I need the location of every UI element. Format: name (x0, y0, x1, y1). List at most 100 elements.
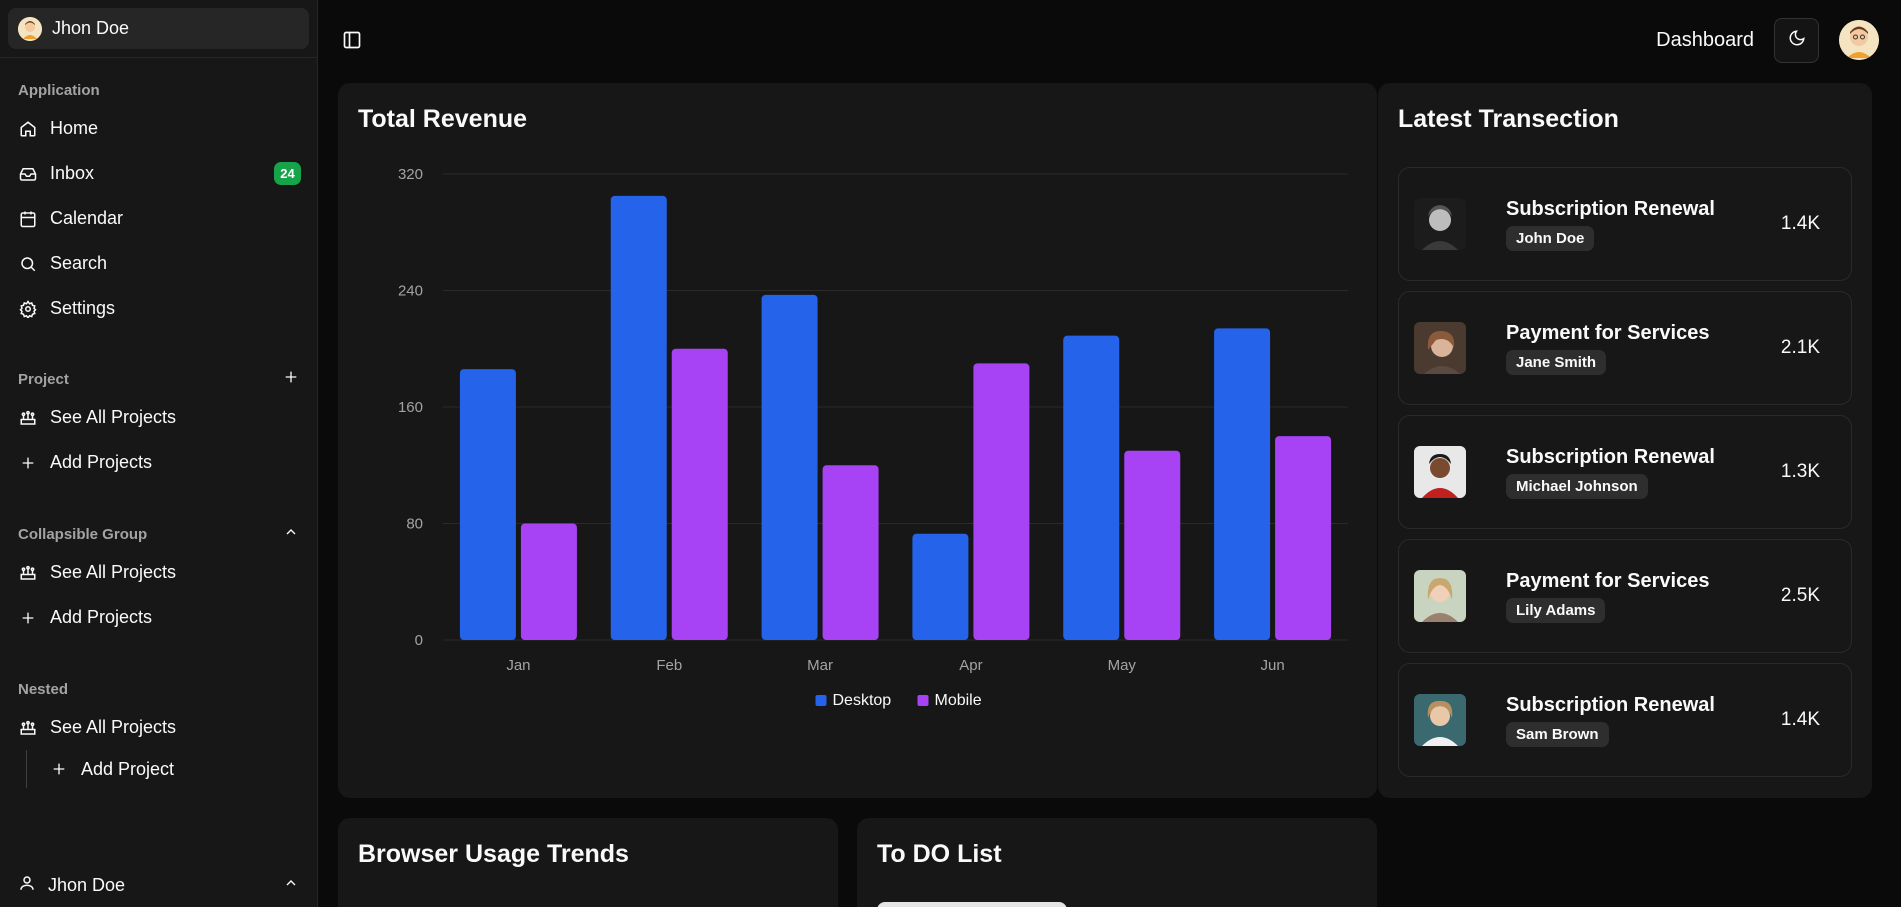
sidebar-item-label: Inbox (50, 163, 95, 183)
moon-icon (1788, 29, 1806, 52)
bar-mobile (1275, 436, 1332, 640)
group-label-nested: Nested (18, 680, 69, 698)
home-icon (18, 119, 38, 139)
footer-user-name: Jhon Doe (48, 874, 126, 895)
x-tick-label: Jun (1260, 657, 1284, 674)
x-tick-label: Apr (959, 657, 982, 674)
user-icon (18, 874, 36, 897)
main-content: Dashboard Total Revenue 0 80 160 240 320 Jan F… (318, 0, 1901, 907)
chevron-up-icon[interactable] (283, 524, 299, 544)
sidebar-toggle-icon[interactable] (340, 28, 364, 52)
bar-desktop (761, 294, 818, 640)
browser-usage-card: Browser Usage Trends (338, 818, 838, 907)
sidebar-item-label: Add Project (81, 758, 175, 779)
sidebar-item-add-projects[interactable]: Add Projects (0, 595, 317, 640)
group-label-application: Application (18, 81, 100, 99)
sidebar-footer-user[interactable]: Jhon Doe (0, 863, 317, 907)
list-item[interactable]: Subscription Renewal Michael Johnson 1.3… (1398, 415, 1852, 529)
plus-icon (49, 759, 69, 779)
transactions-list: Subscription Renewal John Doe 1.4K Payme… (1398, 167, 1852, 787)
todo-card: To DO List (857, 818, 1377, 907)
list-item[interactable]: Subscription Renewal Sam Brown 1.4K (1398, 663, 1852, 777)
transaction-title: Payment for Services (1506, 569, 1710, 592)
transaction-amount: 2.1K (1780, 337, 1820, 358)
avatar (1414, 694, 1466, 746)
avatar (1414, 198, 1466, 250)
y-tick-label: 160 (398, 399, 423, 416)
group-label-text: Project (18, 370, 69, 388)
y-tick-label: 80 (406, 516, 423, 533)
sidebar-item-label: Add Projects (50, 607, 153, 627)
transaction-title: Subscription Renewal (1506, 693, 1715, 716)
sidebar-user-menu[interactable]: Jhon Doe (8, 8, 309, 49)
avatar (1414, 322, 1466, 374)
revenue-bar-chart: 0 80 160 240 320 Jan Feb Mar Apr May Jun Desktop Mob… (398, 166, 1348, 709)
user-name: Jhon Doe (52, 18, 130, 38)
transaction-name-badge: Lily Adams (1506, 597, 1606, 623)
y-tick-label: 240 (398, 283, 423, 300)
gear-icon (18, 299, 38, 319)
x-tick-label: Jan (506, 657, 530, 674)
sidebar-item-label: See All Projects (50, 407, 177, 427)
sidebar-item-add-projects[interactable]: Add Projects (0, 440, 317, 485)
sidebar-item-label: Search (50, 253, 108, 273)
sidebar-item-search[interactable]: Search (0, 241, 317, 286)
bar-mobile (973, 363, 1030, 640)
bar-mobile (520, 523, 577, 640)
card-title: To DO List (877, 840, 1002, 868)
sidebar-item-home[interactable]: Home (0, 106, 317, 151)
avatar[interactable] (1839, 20, 1879, 60)
y-tick-label: 320 (398, 166, 423, 183)
legend-label: Mobile (935, 692, 982, 709)
sidebar-item-label: See All Projects (50, 562, 177, 582)
bar-desktop (912, 533, 969, 640)
transaction-amount: 2.5K (1780, 585, 1820, 606)
revenue-card: Total Revenue 0 80 160 240 320 Jan Feb Mar Apr Ma… (338, 83, 1377, 798)
avatar (1414, 570, 1466, 622)
plus-icon (18, 608, 38, 628)
projects-icon (18, 718, 38, 738)
bar-mobile (1124, 450, 1181, 640)
projects-icon (18, 563, 38, 583)
sidebar-item-label: Settings (50, 298, 116, 318)
sidebar-item-add-project[interactable]: Add Project (27, 750, 317, 788)
search-icon (18, 254, 38, 274)
bar-desktop (1063, 335, 1120, 640)
sidebar-item-see-all-projects[interactable]: See All Projects (0, 705, 317, 750)
plus-icon[interactable] (283, 369, 299, 389)
bar-desktop (610, 195, 667, 640)
sidebar-item-label: Add Projects (50, 452, 153, 472)
sidebar-item-settings[interactable]: Settings (0, 286, 317, 331)
avatar (1414, 446, 1466, 498)
group-label-project: Project (0, 367, 317, 391)
transaction-title: Subscription Renewal (1506, 445, 1715, 468)
sidebar-item-calendar[interactable]: Calendar (0, 196, 317, 241)
list-item[interactable]: Payment for Services Lily Adams 2.5K (1398, 539, 1852, 653)
sidebar-item-see-all-projects[interactable]: See All Projects (0, 395, 317, 440)
legend-swatch (917, 695, 929, 706)
group-label-text: Collapsible Group (18, 525, 148, 543)
transaction-name-badge: Jane Smith (1506, 349, 1607, 375)
list-item[interactable]: Payment for Services Jane Smith 2.1K (1398, 291, 1852, 405)
sidebar: Jhon Doe Application Home Inbox 24 Calen… (0, 0, 318, 907)
list-item[interactable]: Subscription Renewal John Doe 1.4K (1398, 167, 1852, 281)
sidebar-item-inbox[interactable]: Inbox 24 (0, 151, 317, 196)
avatar (18, 16, 42, 41)
nested-group: Nested See All Projects Add Project (0, 677, 317, 788)
chevron-up-icon (283, 875, 299, 896)
bar-mobile (671, 348, 728, 640)
sidebar-item-label: See All Projects (50, 717, 177, 737)
transaction-amount: 1.3K (1780, 461, 1820, 482)
group-label-collapsible[interactable]: Collapsible Group (0, 522, 317, 546)
calendar-icon (18, 209, 38, 229)
sidebar-item-see-all-projects[interactable]: See All Projects (0, 550, 317, 595)
x-tick-label: Feb (656, 657, 682, 674)
transaction-name-badge: Sam Brown (1506, 721, 1609, 747)
sidebar-item-label: Calendar (50, 208, 124, 228)
sidebar-item-label: Home (50, 118, 99, 138)
divider (0, 57, 317, 58)
project-group: Project See All Projects Add Projects (0, 367, 317, 485)
theme-toggle-button[interactable] (1774, 17, 1819, 63)
todo-input[interactable] (877, 902, 1067, 907)
collapsible-group: Collapsible Group See All Projects Add P… (0, 522, 317, 640)
